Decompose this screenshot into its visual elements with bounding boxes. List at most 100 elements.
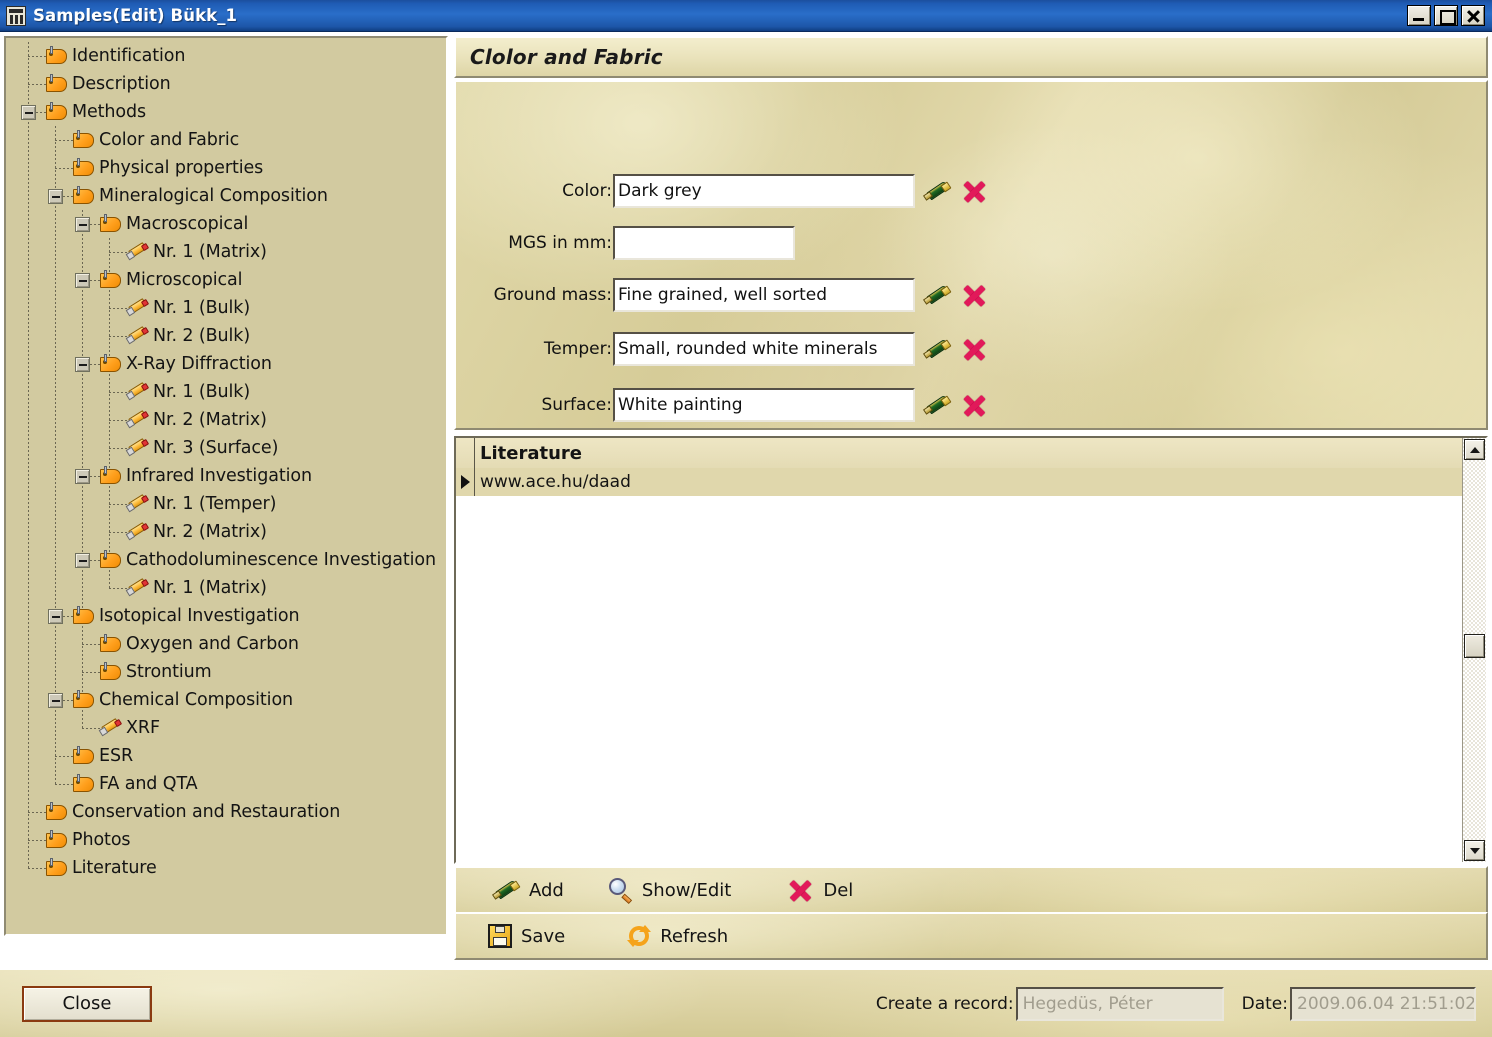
tree-item-microscopical[interactable]: Microscopical: [100, 266, 446, 294]
input-mgs-in-mm[interactable]: [613, 226, 795, 260]
tree-collapse-toggle[interactable]: [75, 273, 90, 288]
tree-item-strontium[interactable]: Strontium: [100, 658, 446, 686]
tree-collapse-toggle[interactable]: [48, 609, 63, 624]
tree-item-mineralogical-composition[interactable]: Mineralogical Composition: [73, 182, 446, 210]
grid-column-separator: [474, 438, 475, 496]
input-surface[interactable]: White painting: [613, 388, 915, 422]
tree-guide-line: [28, 840, 48, 841]
tree-collapse-toggle[interactable]: [21, 105, 36, 120]
minimize-button[interactable]: [1407, 5, 1431, 26]
navigation-tree-panel[interactable]: Identification Description Methods Color an…: [4, 36, 448, 936]
maximize-button[interactable]: [1434, 5, 1458, 26]
tree-item-nr-2-bulk[interactable]: Nr. 2 (Bulk): [125, 322, 446, 350]
tree-collapse-toggle[interactable]: [48, 189, 63, 204]
add-button[interactable]: Add: [474, 870, 574, 910]
tree-collapse-toggle[interactable]: [75, 553, 90, 568]
edit-color-pen-icon[interactable]: [923, 178, 952, 204]
tree-item-cathodoluminescence-investigation[interactable]: Cathodoluminescence Investigation: [100, 546, 446, 574]
scrollbar-thumb[interactable]: [1464, 634, 1485, 658]
form-row: Ground mass: Fine grained, well sorted: [456, 278, 988, 312]
clear-color-x-icon[interactable]: [960, 177, 988, 205]
form-row: MGS in mm:: [456, 226, 795, 260]
tree-collapse-toggle[interactable]: [75, 357, 90, 372]
tree-item-nr-2-matrix[interactable]: Nr. 2 (Matrix): [125, 518, 446, 546]
tree-item-nr-1-matrix[interactable]: Nr. 1 (Matrix): [125, 238, 446, 266]
tree-item-fa-and-qta[interactable]: FA and QTA: [73, 770, 446, 798]
table-row[interactable]: www.ace.hu/daad: [456, 468, 1472, 496]
tree-item-label: FA and QTA: [99, 774, 198, 794]
tree-guide-line: [55, 126, 56, 784]
clear-ground-mass-x-icon[interactable]: [960, 281, 988, 309]
tree-item-label: Nr. 2 (Matrix): [153, 522, 267, 542]
tree-item-isotopical-investigation[interactable]: Isotopical Investigation: [73, 602, 446, 630]
navigation-tree: Identification Description Methods Color an…: [6, 38, 446, 878]
tree-item-esr[interactable]: ESR: [73, 742, 446, 770]
tag-icon: [100, 269, 121, 289]
tree-item-nr-1-temper[interactable]: Nr. 1 (Temper): [125, 490, 446, 518]
edit-temper-pen-icon[interactable]: [923, 336, 952, 362]
data-toolbar: Save Refresh: [454, 912, 1488, 960]
tree-item-nr-1-matrix[interactable]: Nr. 1 (Matrix): [125, 574, 446, 602]
tree-item-nr-3-surface[interactable]: Nr. 3 (Surface): [125, 434, 446, 462]
tree-collapse-toggle[interactable]: [75, 469, 90, 484]
add-button-label: Add: [529, 879, 564, 901]
tree-item-nr-1-bulk[interactable]: Nr. 1 (Bulk): [125, 378, 446, 406]
save-button[interactable]: Save: [478, 916, 575, 956]
tag-icon: [46, 829, 67, 849]
literature-grid[interactable]: Literature www.ace.hu/daad: [454, 436, 1488, 864]
clear-surface-x-icon[interactable]: [960, 391, 988, 419]
label-ground-mass: Ground mass:: [493, 285, 612, 305]
tree-item-methods[interactable]: Methods: [46, 98, 446, 126]
tree-item-label: Macroscopical: [126, 214, 249, 234]
tree-item-label: Chemical Composition: [99, 690, 294, 710]
date-field: 2009.06.04 21:51:02: [1290, 986, 1476, 1021]
detail-pane: Clolor and Fabric Color: Dark grey MGS in …: [454, 36, 1488, 960]
vertical-scrollbar[interactable]: [1462, 438, 1486, 862]
tree-item-infrared-investigation[interactable]: Infrared Investigation: [100, 462, 446, 490]
tree-item-label: X-Ray Diffraction: [126, 354, 272, 374]
form-row: Surface: White painting: [456, 388, 988, 422]
tree-item-identification[interactable]: Identification: [46, 42, 446, 70]
tag-icon: [46, 45, 67, 65]
scroll-up-arrow-icon[interactable]: [1464, 439, 1485, 460]
edit-ground-mass-pen-icon[interactable]: [923, 282, 952, 308]
record-meta: Create a record: Hegedüs, Péter Date: 20…: [876, 986, 1492, 1021]
tree-item-label: Nr. 1 (Matrix): [153, 242, 267, 262]
input-color[interactable]: Dark grey: [613, 174, 915, 208]
show-edit-button[interactable]: Show/Edit: [598, 870, 742, 910]
clear-temper-x-icon[interactable]: [960, 335, 988, 363]
tree-item-nr-1-bulk[interactable]: Nr. 1 (Bulk): [125, 294, 446, 322]
input-temper[interactable]: Small, rounded white minerals: [613, 332, 915, 366]
input-ground-mass[interactable]: Fine grained, well sorted: [613, 278, 915, 312]
tree-item-conservation-and-restauration[interactable]: Conservation and Restauration: [46, 798, 446, 826]
close-button[interactable]: Close: [22, 985, 152, 1022]
tree-item-photos[interactable]: Photos: [46, 826, 446, 854]
tree-item-chemical-composition[interactable]: Chemical Composition: [73, 686, 446, 714]
tree-item-macroscopical[interactable]: Macroscopical: [100, 210, 446, 238]
tree-collapse-toggle[interactable]: [48, 693, 63, 708]
tree-item-xrf[interactable]: XRF: [98, 714, 446, 742]
tree-item-color-and-fabric[interactable]: Color and Fabric: [73, 126, 446, 154]
refresh-button[interactable]: Refresh: [617, 916, 738, 956]
tree-item-description[interactable]: Description: [46, 70, 446, 98]
tree-item-label: Nr. 1 (Bulk): [153, 382, 251, 402]
tree-guide-line: [28, 56, 48, 57]
pencil-icon: [98, 718, 123, 737]
tree-item-physical-properties[interactable]: Physical properties: [73, 154, 446, 182]
tree-item-literature[interactable]: Literature: [46, 854, 446, 882]
tree-item-label: XRF: [126, 718, 160, 738]
tree-item-oxygen-and-carbon[interactable]: Oxygen and Carbon: [100, 630, 446, 658]
tree-collapse-toggle[interactable]: [75, 217, 90, 232]
delete-button[interactable]: Del: [767, 870, 863, 910]
close-window-button[interactable]: [1461, 5, 1485, 26]
tree-item-label: Mineralogical Composition: [99, 186, 328, 206]
scroll-down-arrow-icon[interactable]: [1464, 840, 1485, 861]
tree-item-x-ray-diffraction[interactable]: X-Ray Diffraction: [100, 350, 446, 378]
tree-guide-line: [55, 756, 75, 757]
tree-item-label: Cathodoluminescence Investigation: [126, 550, 436, 570]
tree-item-nr-2-matrix[interactable]: Nr. 2 (Matrix): [125, 406, 446, 434]
tree-item-label: Physical properties: [99, 158, 264, 178]
tag-icon: [73, 157, 94, 177]
tree-guide-line: [55, 784, 75, 785]
edit-surface-pen-icon[interactable]: [923, 392, 952, 418]
